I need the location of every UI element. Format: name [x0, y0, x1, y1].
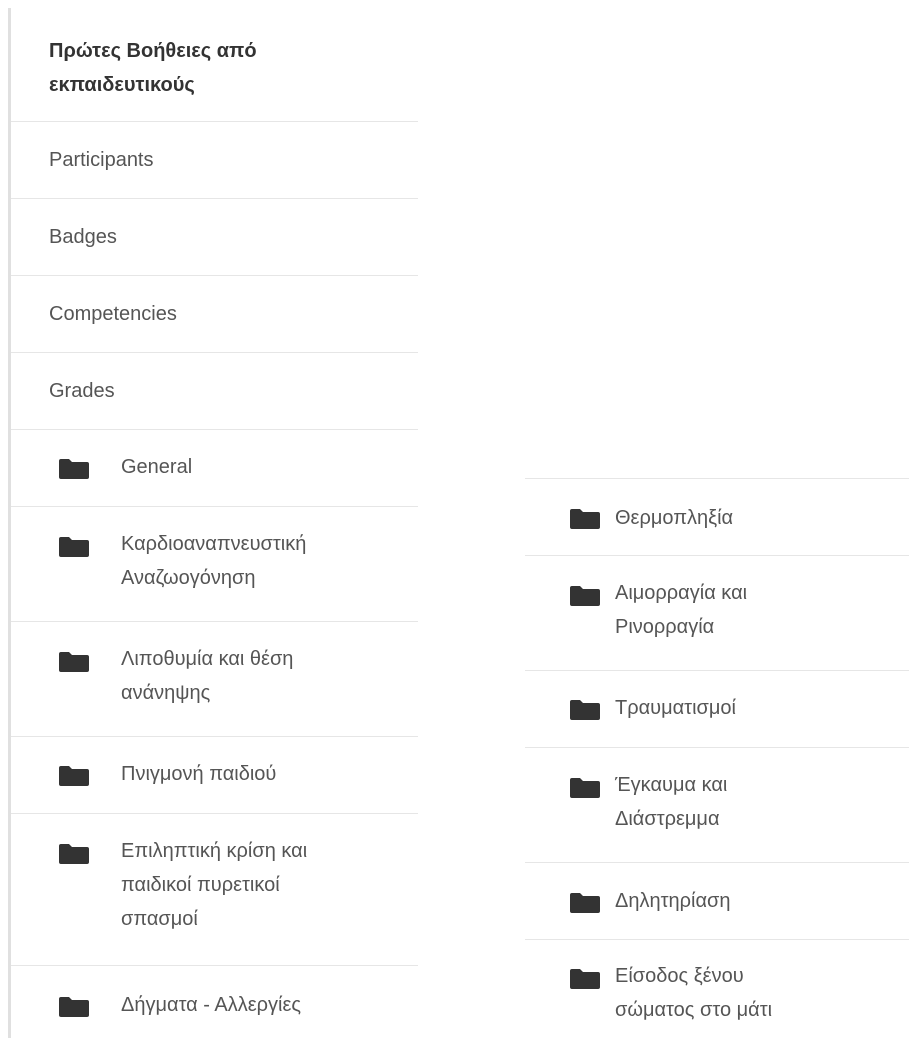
nav-badges[interactable]: Badges — [11, 199, 418, 276]
folder-icon — [570, 700, 600, 720]
section-label-line-1: Καρδιοαναπνευστική — [121, 533, 307, 555]
course-title-line-2: εκπαιδευτικούς — [49, 74, 195, 96]
section-label-line-1: Έγκαυμα και — [615, 774, 728, 796]
section-label-line-2: Ρινορραγία — [615, 616, 715, 638]
section-label: General — [121, 456, 193, 478]
folder-icon — [570, 778, 600, 798]
section-bites-allergies[interactable]: Δήγματα - Αλλεργίες — [11, 966, 418, 1038]
section-foreign-body-eye[interactable]: Είσοδος ξένου σώματος στο μάτι — [525, 940, 909, 1038]
course-sections-continued: Θερμοπληξία Αιμορραγία και Ρινορραγία Τρ… — [525, 478, 909, 1038]
section-label-line-1: Αιμορραγία και — [615, 582, 748, 604]
nav-link-label: Grades — [49, 379, 115, 402]
section-label-line-1: Είσοδος ξένου — [615, 965, 744, 987]
section-label: Δήγματα - Αλλεργίες — [121, 994, 302, 1016]
folder-icon — [59, 997, 89, 1017]
section-poisoning[interactable]: Δηλητηρίαση — [525, 863, 909, 940]
folder-icon — [59, 766, 89, 786]
section-cpr[interactable]: Καρδιοαναπνευστική Αναζωογόνηση — [11, 507, 418, 622]
nav-competencies[interactable]: Competencies — [11, 276, 418, 353]
section-label-line-2: παιδικοί πυρετικοί — [121, 874, 280, 896]
section-label: Τραυματισμοί — [615, 697, 736, 719]
course-navigation: Πρώτες Βοήθειες από εκπαιδευτικούς Parti… — [8, 8, 418, 1038]
folder-icon — [570, 509, 600, 529]
section-label-line-3: σπασμοί — [121, 908, 198, 930]
nav-grades[interactable]: Grades — [11, 353, 418, 430]
folder-icon — [59, 537, 89, 557]
nav-link-label: Badges — [49, 225, 117, 248]
section-heatstroke[interactable]: Θερμοπληξία — [525, 479, 909, 556]
section-label-line-2: Διάστρεμμα — [615, 808, 720, 830]
section-label-line-2: ανάνηψης — [121, 682, 211, 704]
folder-icon — [570, 586, 600, 606]
section-fainting[interactable]: Λιποθυμία και θέση ανάνηψης — [11, 622, 418, 737]
section-label: Θερμοπληξία — [615, 507, 734, 529]
nav-link-label: Participants — [49, 148, 154, 171]
section-label-line-2: Αναζωογόνηση — [121, 567, 256, 589]
course-title-line-1: Πρώτες Βοήθειες από — [49, 40, 257, 62]
course-title-link[interactable]: Πρώτες Βοήθειες από εκπαιδευτικούς — [11, 8, 418, 122]
section-general[interactable]: General — [11, 430, 418, 507]
folder-icon — [570, 893, 600, 913]
section-injuries[interactable]: Τραυματισμοί — [525, 671, 909, 748]
section-label: Δηλητηρίαση — [615, 890, 731, 912]
section-label-line-2: σώματος στο μάτι — [615, 999, 773, 1021]
folder-icon — [59, 844, 89, 864]
section-label: Πνιγμονή παιδιού — [121, 763, 277, 785]
nav-link-label: Competencies — [49, 302, 177, 325]
section-label-line-1: Επιληπτική κρίση και — [121, 840, 308, 862]
section-bleeding[interactable]: Αιμορραγία και Ρινορραγία — [525, 556, 909, 671]
section-burns-sprains[interactable]: Έγκαυμα και Διάστρεμμα — [525, 748, 909, 863]
nav-participants[interactable]: Participants — [11, 122, 418, 199]
section-choking[interactable]: Πνιγμονή παιδιού — [11, 737, 418, 814]
section-seizures[interactable]: Επιληπτική κρίση και παιδικοί πυρετικοί … — [11, 814, 418, 966]
folder-icon — [59, 459, 89, 479]
folder-icon — [570, 969, 600, 989]
section-label-line-1: Λιποθυμία και θέση — [121, 648, 294, 670]
folder-icon — [59, 652, 89, 672]
